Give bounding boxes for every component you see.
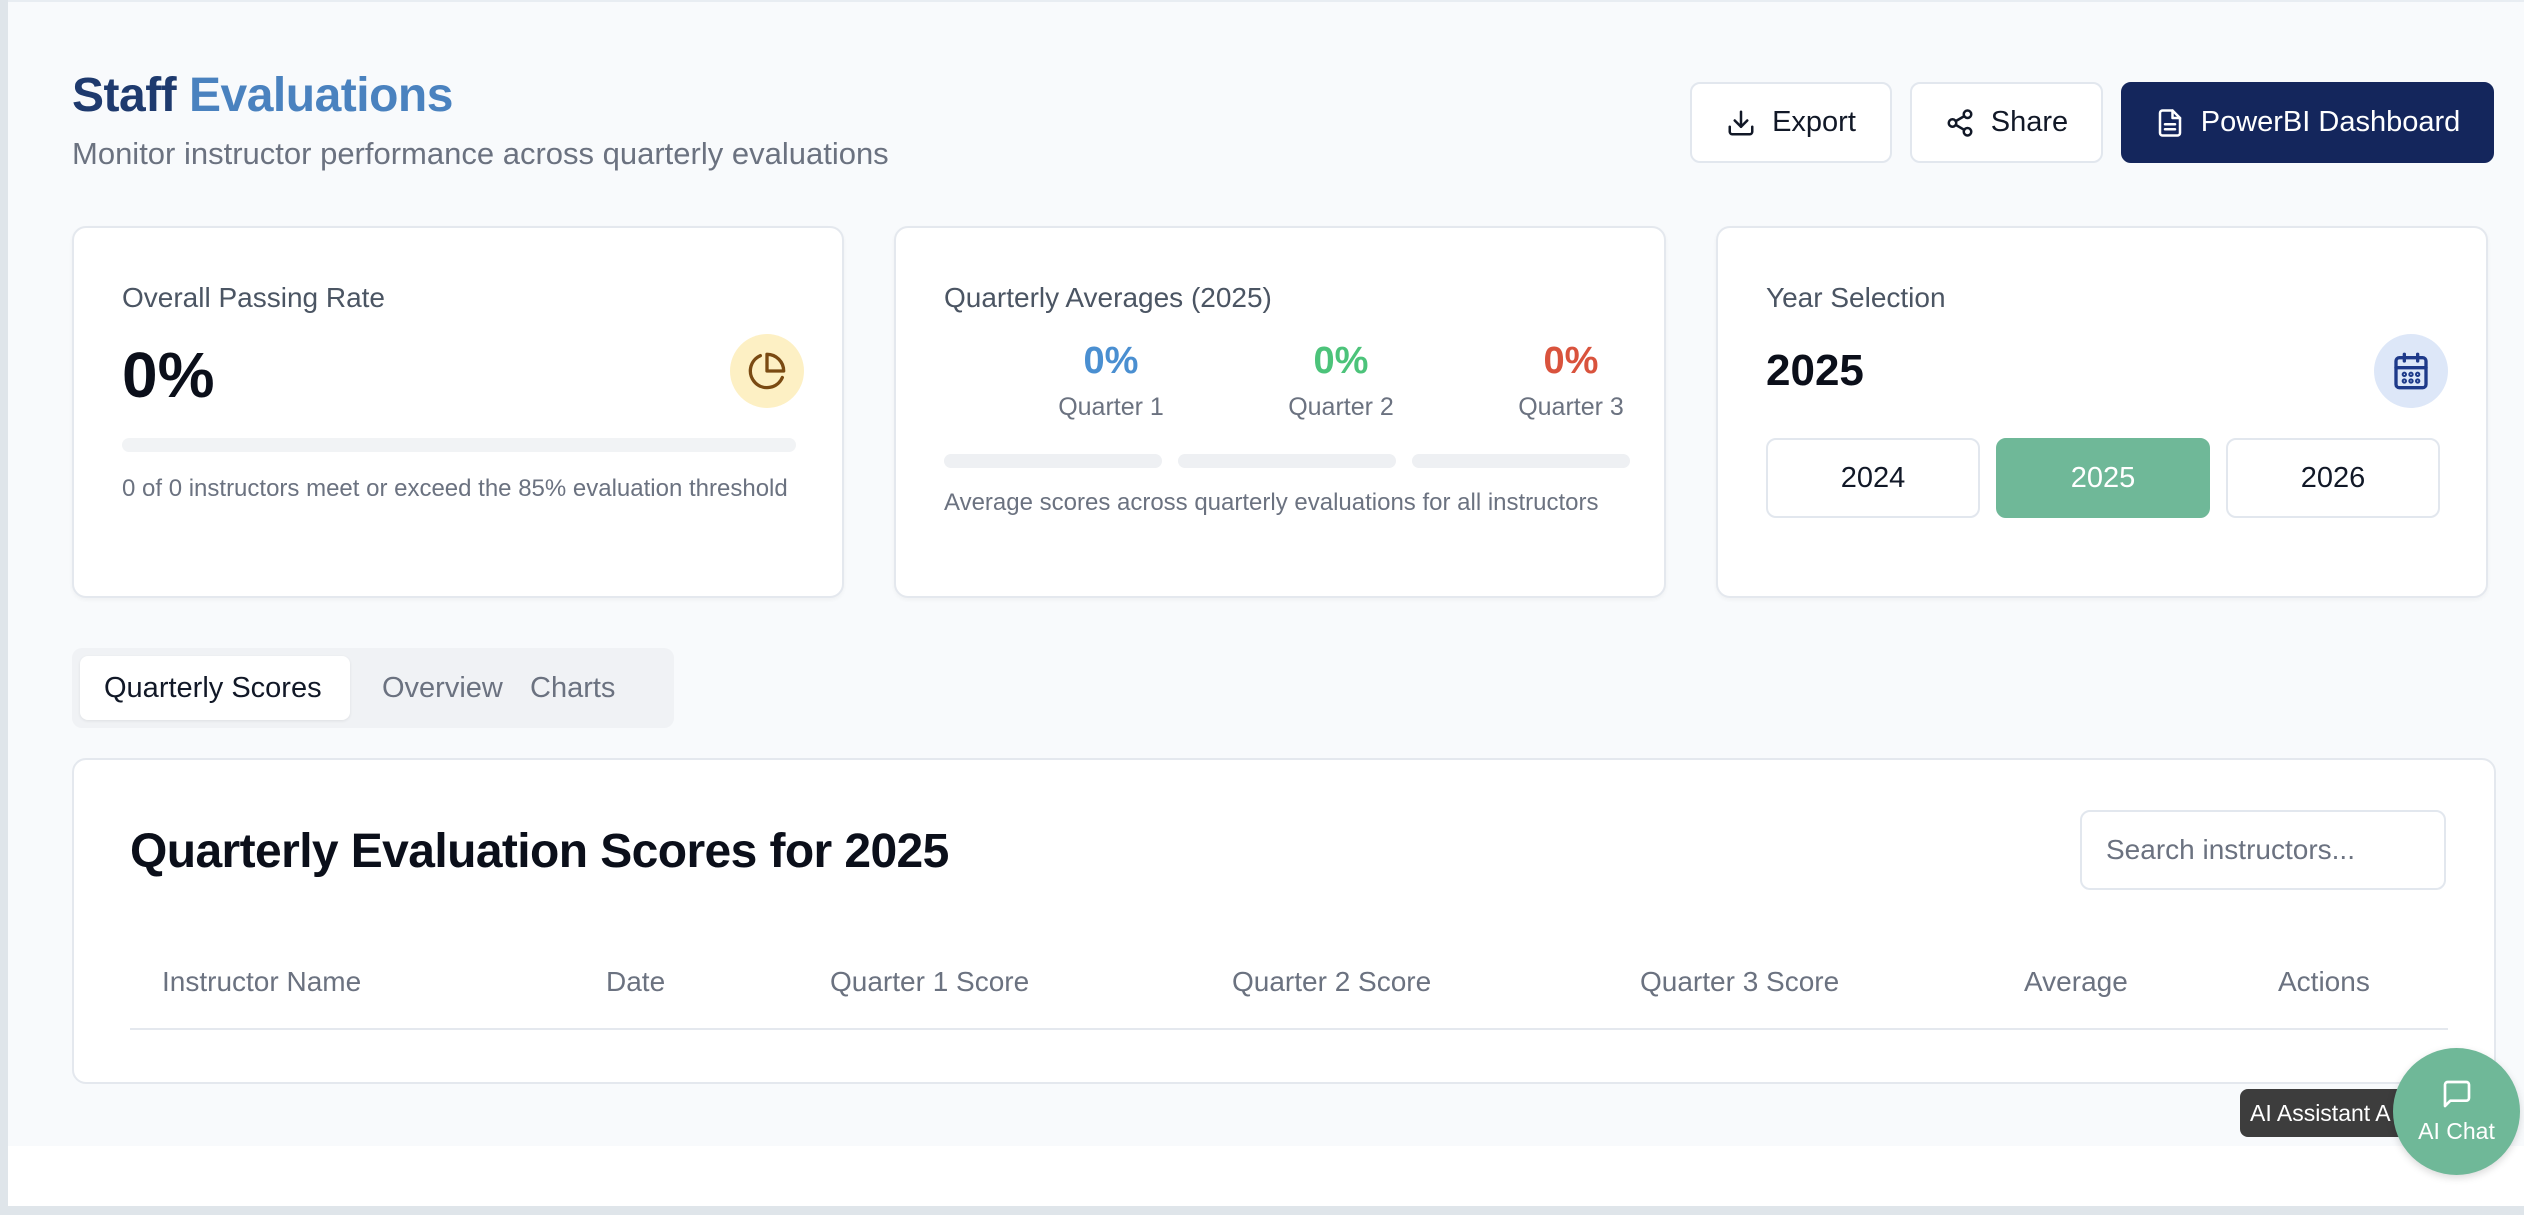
share-icon [1947, 108, 1973, 137]
search-instructors-input[interactable] [2080, 810, 2446, 890]
tab-quarterly-scores[interactable]: Quarterly Scores [80, 656, 350, 720]
pie-chart-icon [730, 334, 804, 408]
chat-bubble-icon [2443, 1080, 2470, 1108]
year-selection-card: Year Selection 2025 2024 2025 2026 [1716, 226, 2488, 598]
tab-overview[interactable]: Overview [358, 656, 527, 720]
document-icon [2158, 108, 2181, 137]
page-title: Staff Evaluations [72, 68, 453, 123]
quarter-2-bar [1178, 454, 1396, 468]
quarterly-averages-note: Average scores across quarterly evaluati… [944, 489, 1599, 516]
column-header-quarter-1[interactable]: Quarter 1 Score [830, 966, 1029, 998]
download-icon [1728, 110, 1754, 135]
quarter-3-label: Quarter 3 [1518, 393, 1624, 421]
column-header-actions: Actions [2278, 966, 2370, 997]
scores-table-header: Instructor Name Date Quarter 1 Score Qua… [130, 940, 2448, 1030]
quarter-2-value: 0% [1313, 340, 1369, 382]
passing-rate-progress [122, 438, 796, 452]
year-button-2026[interactable]: 2026 [2226, 438, 2440, 518]
scores-table-title: Quarterly Evaluation Scores for 2025 [130, 825, 949, 878]
column-header-quarter-3[interactable]: Quarter 3 Score [1640, 966, 1839, 998]
column-header-date[interactable]: Date [606, 966, 665, 998]
year-button-2025[interactable]: 2025 [1996, 438, 2210, 518]
calendar-icon [2374, 334, 2448, 408]
quarter-3-stat: 0% Quarter 3 [1461, 340, 1681, 422]
passing-rate-note: 0 of 0 instructors meet or exceed the 85… [122, 475, 788, 502]
powerbi-dashboard-button[interactable]: PowerBI Dashboard [2121, 82, 2494, 163]
bottom-strip [8, 1146, 2524, 1206]
scores-table-card: Quarterly Evaluation Scores for 2025 Ins… [72, 758, 2496, 1084]
column-header-instructor-name[interactable]: Instructor Name [162, 966, 361, 998]
powerbi-button-label: PowerBI Dashboard [2200, 106, 2461, 138]
ai-chat-button[interactable]: AI Chat [2393, 1048, 2520, 1175]
page-title-part1: Staff [72, 69, 177, 122]
quarter-2-stat: 0% Quarter 2 [1231, 340, 1451, 422]
column-header-quarter-2[interactable]: Quarter 2 Score [1232, 966, 1431, 998]
share-button[interactable]: Share [1910, 82, 2103, 163]
column-header-average[interactable]: Average [2024, 966, 2128, 998]
quarter-1-value: 0% [1083, 340, 1139, 382]
share-button-label: Share [1990, 106, 2069, 138]
view-tabs: Quarterly Scores Overview Charts [72, 648, 674, 728]
quarter-1-label: Quarter 1 [1058, 393, 1164, 421]
quarterly-averages-label: Quarterly Averages (2025) [944, 282, 1272, 313]
quarter-1-stat: 0% Quarter 1 [1001, 340, 1221, 422]
page-subtitle: Monitor instructor performance across qu… [72, 136, 889, 171]
ai-chat-label: AI Chat [2418, 1118, 2495, 1144]
tab-charts[interactable]: Charts [506, 656, 639, 720]
quarter-3-bar [1412, 454, 1630, 468]
app-frame: Staff Evaluations Monitor instructor per… [8, 0, 2524, 1146]
quarterly-averages-card: Quarterly Averages (2025) 0% Quarter 1 0… [894, 226, 1666, 598]
passing-rate-label: Overall Passing Rate [122, 282, 386, 313]
quarter-2-label: Quarter 2 [1288, 393, 1394, 421]
export-button[interactable]: Export [1690, 82, 1892, 163]
export-button-label: Export [1772, 106, 1856, 138]
selected-year-value: 2025 [1766, 346, 1864, 395]
passing-rate-card: Overall Passing Rate 0% 0 of 0 instructo… [72, 226, 844, 598]
year-selection-label: Year Selection [1766, 282, 1946, 313]
page-title-part2: Evaluations [189, 69, 453, 122]
passing-rate-value: 0% [122, 339, 215, 411]
year-button-2024[interactable]: 2024 [1766, 438, 1980, 518]
quarter-3-value: 0% [1543, 340, 1599, 382]
quarter-1-bar [944, 454, 1162, 468]
